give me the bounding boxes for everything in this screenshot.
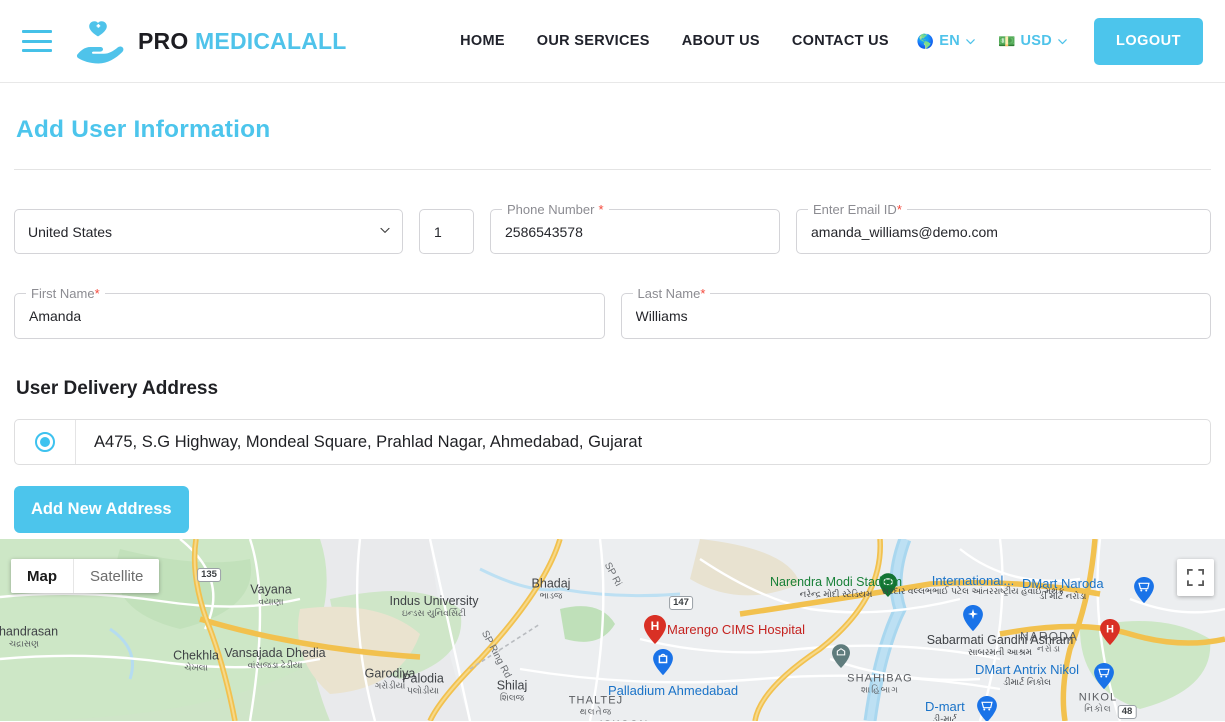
main-navigation: HOME OUR SERVICES ABOUT US CONTACT US 🌎 …	[450, 17, 1203, 65]
delivery-address-heading: User Delivery Address	[16, 378, 219, 399]
hamburger-bar	[22, 39, 52, 43]
brand-primary-text: PRO	[138, 27, 189, 54]
highway-shield: 147	[669, 596, 693, 610]
email-value: amanda_williams@demo.com	[811, 223, 998, 240]
map-container[interactable]: 135 147 48 SP Ri SP Ring Rd Vayana વયાણા …	[0, 539, 1225, 721]
first-name-field[interactable]: First Name* Amanda	[14, 286, 605, 339]
globe-icon: 🌎	[916, 33, 935, 49]
address-text: A475, S.G Highway, Mondeal Square, Prahl…	[94, 432, 643, 451]
language-selector-label: EN	[939, 33, 961, 49]
first-name-label: First Name*	[26, 286, 105, 302]
brand-secondary-text: MEDICALALL	[195, 27, 347, 54]
country-select-wrapper: United States	[14, 209, 403, 254]
nav-item-contact-us[interactable]: CONTACT US	[776, 33, 905, 49]
language-selector[interactable]: 🌎 EN	[905, 33, 986, 49]
form-row-name: First Name* Amanda Last Name* Williams	[14, 286, 1211, 339]
address-radio[interactable]	[15, 420, 76, 464]
first-name-value: Amanda	[29, 308, 82, 324]
nav-item-home[interactable]: HOME	[450, 33, 521, 49]
nav-item-our-services[interactable]: OUR SERVICES	[521, 33, 666, 49]
map-type-control: Map Satellite	[11, 559, 160, 593]
currency-selector-label: USD	[1020, 33, 1052, 49]
map-fullscreen-button[interactable]	[1177, 559, 1214, 596]
country-code-value: 1	[434, 223, 442, 240]
last-name-value: Williams	[635, 308, 688, 324]
radio-dot	[40, 437, 50, 447]
country-select[interactable]: United States	[14, 209, 403, 254]
title-divider	[14, 169, 1211, 170]
currency-selector[interactable]: 💵 USD	[986, 33, 1078, 49]
page-content: Add User Information United States 1 Pho…	[0, 116, 1225, 533]
phone-number-field[interactable]: Phone Number * 2586543578	[490, 202, 780, 254]
map-type-map-button[interactable]: Map	[11, 559, 73, 593]
form-row-contact: United States 1 Phone Number * 2586543578…	[14, 202, 1211, 254]
chevron-down-icon	[965, 36, 976, 47]
country-code-field[interactable]: 1	[419, 209, 474, 254]
map-type-satellite-button[interactable]: Satellite	[73, 559, 160, 593]
chevron-down-icon	[1057, 36, 1068, 47]
page-title: Add User Information	[16, 116, 271, 143]
banknote-icon: 💵	[998, 33, 1016, 49]
hamburger-bar	[22, 49, 52, 52]
phone-number-value: 2586543578	[505, 223, 583, 240]
highway-shield: 48	[1117, 705, 1137, 719]
phone-number-label: Phone Number *	[502, 202, 609, 218]
hamburger-icon[interactable]	[22, 30, 52, 52]
address-list-item[interactable]: A475, S.G Highway, Mondeal Square, Prahl…	[14, 419, 1211, 465]
fullscreen-icon	[1187, 569, 1204, 586]
hand-heart-medical-logo-icon	[76, 21, 124, 64]
nav-item-about-us[interactable]: ABOUT US	[666, 33, 776, 49]
brand-wordmark: PRO MEDICALALL	[138, 28, 347, 55]
add-new-address-button[interactable]: Add New Address	[14, 486, 189, 533]
radio-selected-icon	[35, 432, 55, 452]
map-tiles	[0, 539, 1225, 721]
logout-button[interactable]: LOGOUT	[1093, 17, 1203, 65]
email-label: Enter Email ID*	[808, 202, 907, 218]
site-header: PRO MEDICALALL HOME OUR SERVICES ABOUT U…	[0, 0, 1225, 83]
hamburger-bar	[22, 30, 52, 33]
brand-logo[interactable]: PRO MEDICALALL	[72, 18, 347, 64]
last-name-label: Last Name*	[632, 286, 711, 302]
highway-shield: 135	[197, 568, 221, 582]
last-name-field[interactable]: Last Name* Williams	[620, 286, 1211, 339]
email-field[interactable]: Enter Email ID* amanda_williams@demo.com	[796, 202, 1211, 254]
